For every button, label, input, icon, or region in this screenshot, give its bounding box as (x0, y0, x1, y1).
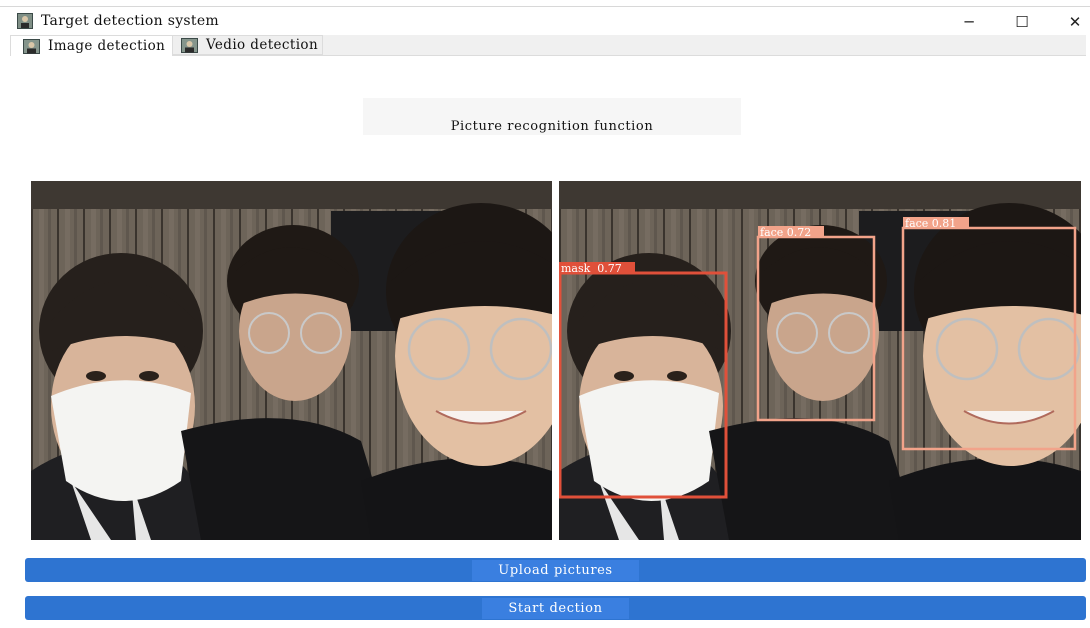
mask-label: mask 0.77 (561, 262, 622, 275)
face-label-1: face 0.72 (760, 226, 811, 239)
maximize-button[interactable]: ☐ (999, 8, 1045, 35)
detection-result-image: mask 0.77 face 0.72 face 0.81 (559, 181, 1081, 540)
tab-image-detection[interactable]: Image detection (10, 35, 173, 56)
title-bar: Target detection system ─ ☐ ✕ (0, 8, 1090, 35)
tab-vedio-detection[interactable]: Vedio detection (173, 35, 323, 55)
video-tab-icon (181, 37, 198, 53)
page-title: Picture recognition function (450, 119, 654, 134)
close-button[interactable]: ✕ (1052, 8, 1090, 35)
window-title: Target detection system (41, 13, 219, 29)
upload-pictures-button[interactable]: Upload pictures (25, 558, 1086, 582)
original-image (31, 181, 552, 540)
image-tab-icon (23, 38, 40, 54)
tab-bar: Image detection Vedio detection (10, 35, 1086, 56)
tab-vedio-label: Vedio detection (206, 37, 319, 53)
top-border (0, 6, 1090, 7)
face-label-2: face 0.81 (905, 217, 956, 230)
tab-image-label: Image detection (48, 38, 166, 54)
app-icon (17, 13, 33, 29)
start-detection-button[interactable]: Start dection (25, 596, 1086, 620)
minimize-button[interactable]: ─ (946, 8, 992, 35)
upload-pictures-label: Upload pictures (472, 559, 639, 581)
page-title-box: Picture recognition function (363, 98, 741, 135)
start-detection-label: Start dection (482, 597, 629, 619)
